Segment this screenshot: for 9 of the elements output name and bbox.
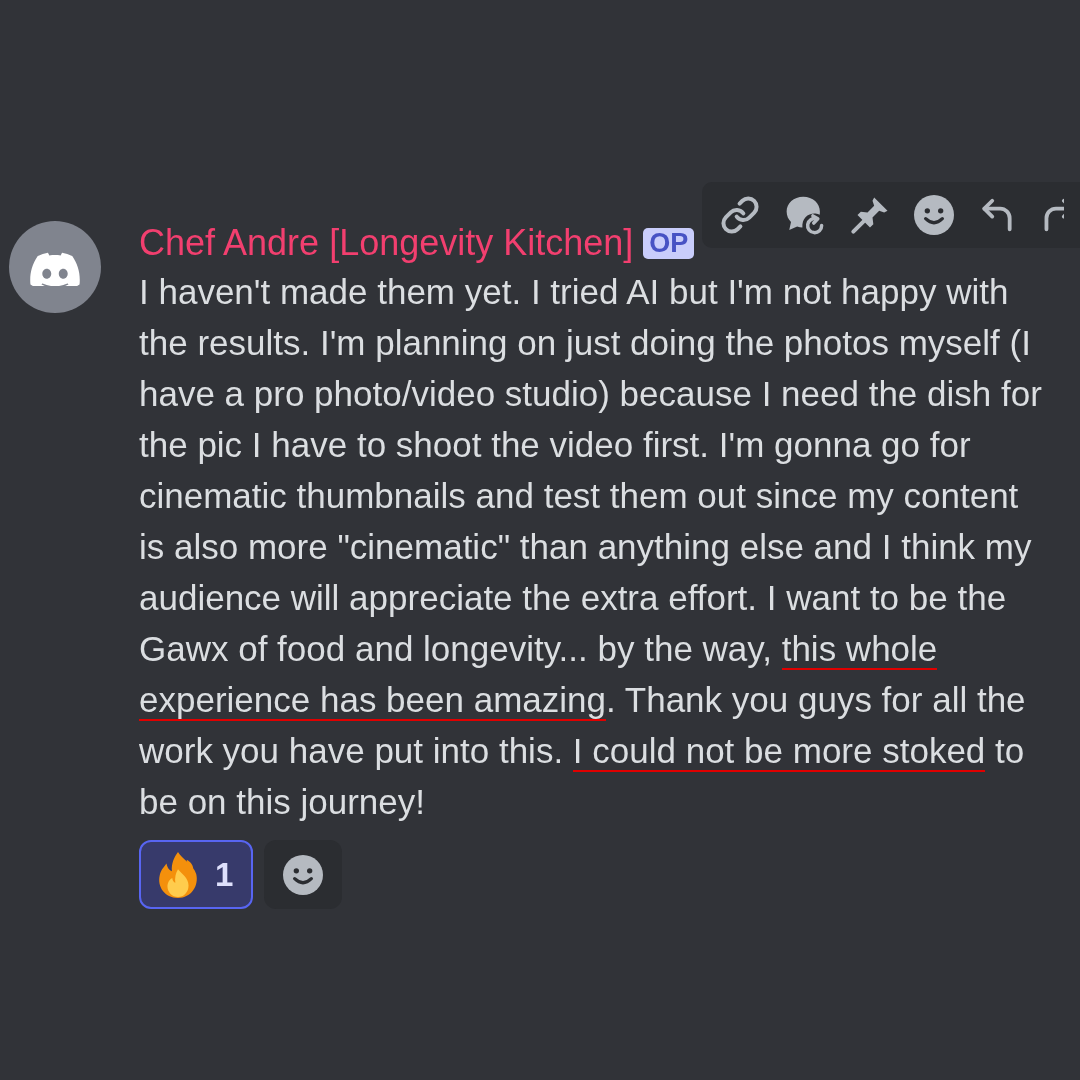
link-icon[interactable] — [720, 195, 760, 235]
message-text: I haven't made them yet. I tried AI but I'm not happy with the results. I'm planning on just doing the photos myself (I have a pro photo/video studio) because I need the dish for the pic I have to shoot the video first. I'm gonna go for cinematic thumbnails and test them out since my content is also more "cinematic" than anything else and I think my audience will appreciate the extra effort. I want to be the Gawx of food and longevity... by the way, this whole experience has been amazing. Thank you guys for all the work you have put into this. I could not be more stoked to be on this journey! — [139, 271, 1043, 823]
add-reaction-button[interactable] — [264, 840, 343, 909]
pin-icon[interactable] — [850, 195, 890, 235]
smiley-icon — [283, 854, 324, 895]
op-tag: OP — [643, 227, 695, 259]
fire-reaction[interactable]: 1 — [139, 840, 254, 909]
thread-icon[interactable] — [784, 194, 826, 236]
add-reaction-icon[interactable] — [914, 195, 954, 235]
